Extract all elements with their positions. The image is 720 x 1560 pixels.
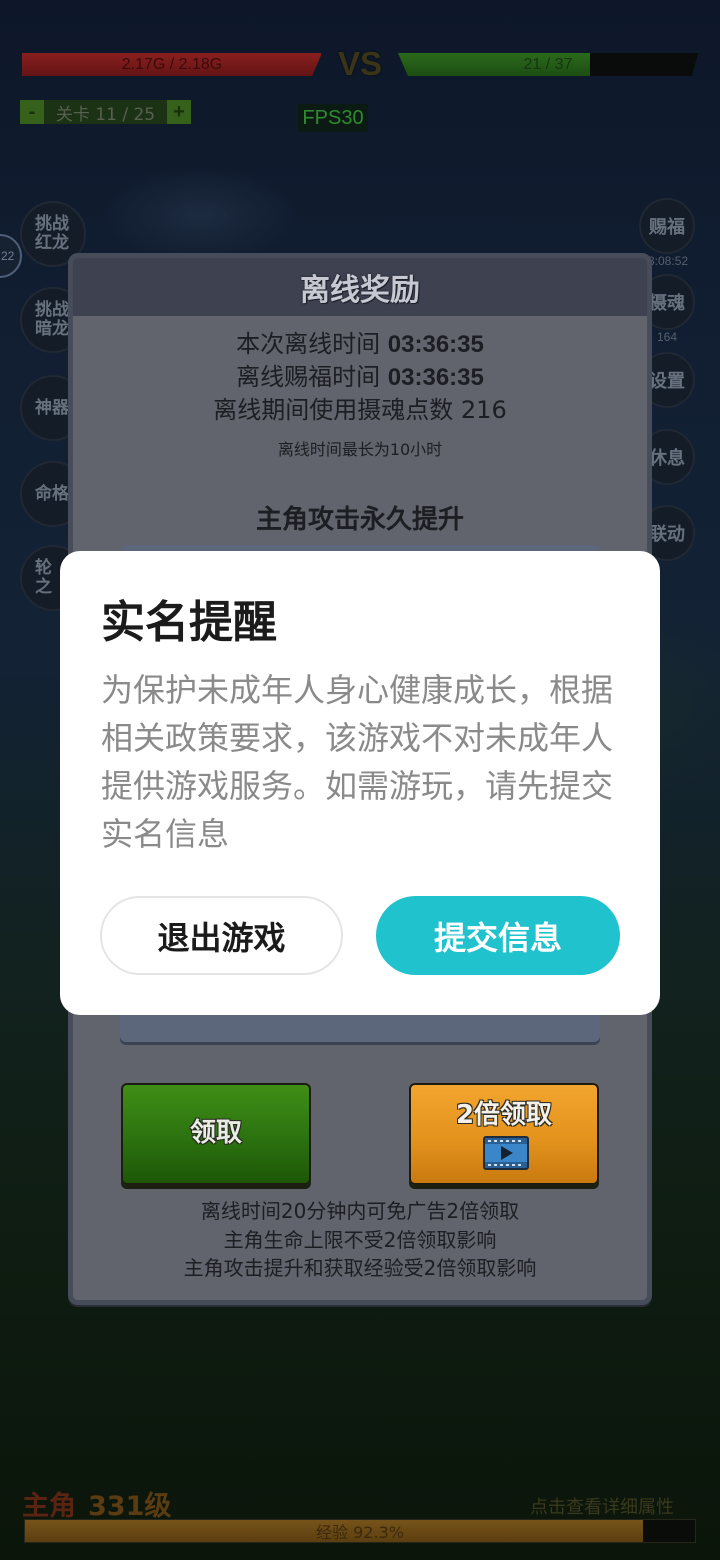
blessing-time-label: 离线赐福时间 [236, 363, 381, 391]
button-label: 休息 [649, 448, 685, 469]
blessing-timer: 3:08:52 [648, 254, 689, 268]
button-label-line: 神器 [35, 397, 69, 418]
blessing-time-value: 03:36:35 [387, 364, 484, 391]
max-offline-note: 离线时间最长为10小时 [277, 440, 443, 459]
button-label-line: 红龙 [35, 233, 69, 253]
soul-points-row: 离线期间使用摄魂点数 216 [73, 394, 647, 426]
attack-boost-title: 主角攻击永久提升 [255, 505, 464, 535]
button-label-line: 命格 [35, 483, 69, 504]
exit-game-button[interactable]: 退出游戏 [100, 896, 343, 975]
level-selector: - 关卡 11 / 25 + [20, 100, 191, 125]
button-label-line: 挑战 [35, 300, 69, 320]
level-minus-button[interactable]: - [20, 100, 44, 124]
dialog-body-line: 实名信息 [101, 815, 230, 853]
button-label-line: 暗龙 [35, 319, 69, 339]
claim-note: 主角生命上限不受2倍领取影响 [223, 1228, 497, 1252]
experience-text: 经验 92.3% [316, 1523, 404, 1542]
claim-button[interactable]: 领取 [121, 1083, 311, 1185]
double-claim-button-label: 2倍领取 [455, 1100, 553, 1130]
real-name-dialog: 实名提醒 为保护未成年人身心健康成长，根据 相关政策要求，该游戏不对未成年人 提… [60, 551, 660, 1015]
submit-info-button[interactable]: 提交信息 [376, 896, 620, 975]
button-label-line: 轮 [35, 558, 52, 578]
claim-note: 主角攻击提升和获取经验受2倍领取影响 [183, 1256, 537, 1280]
experience-bar: 经验 92.3% [24, 1519, 696, 1543]
fps-counter: FPS30 [298, 104, 368, 132]
soul-points-value: 216 [460, 396, 507, 424]
left-badge-count: 22 [1, 249, 15, 263]
blessing-button[interactable]: 赐福 [639, 198, 695, 254]
view-attributes-link[interactable]: 点击查看详细属性 [530, 1493, 674, 1519]
player-name: 主角 [22, 1491, 76, 1522]
dialog-body-line: 提供游戏服务。如需游玩，请先提交 [101, 767, 614, 805]
level-plus-button[interactable]: + [167, 100, 191, 124]
offline-time-label: 本次离线时间 [236, 330, 381, 358]
player-level: 331级 [88, 1491, 172, 1522]
claim-button-label: 领取 [189, 1118, 242, 1148]
game-screen: 2.17G / 2.18G VS 21 / 37 - 关卡 11 / 25 + … [0, 0, 720, 1560]
dialog-title: 实名提醒 [101, 597, 277, 648]
enemy-hp-text: 2.17G / 2.18G [121, 55, 223, 73]
button-label: 设置 [649, 371, 685, 392]
button-label: 联动 [649, 524, 685, 545]
wave-progress-text: 21 / 37 [523, 55, 573, 73]
button-label: 摄魂 [649, 293, 685, 314]
dialog-body-line: 为保护未成年人身心健康成长，根据 [101, 671, 614, 709]
video-ad-icon [483, 1136, 529, 1170]
offline-time-value: 03:36:35 [387, 331, 484, 358]
button-label: 赐福 [649, 217, 685, 238]
button-label-line: 之 [35, 577, 52, 597]
level-label: 关卡 11 / 25 [44, 100, 167, 125]
double-claim-button[interactable]: 2倍领取 [409, 1083, 599, 1185]
soul-points-label: 离线期间使用摄魂点数 [213, 396, 454, 424]
blessing-time-row: 离线赐福时间 03:36:35 [73, 361, 647, 394]
button-label-line: 挑战 [35, 214, 69, 234]
wave-progress-bar: 21 / 37 [398, 53, 698, 76]
enemy-hp-bar: 2.17G / 2.18G [22, 53, 322, 76]
vs-label: VS [337, 45, 383, 82]
soul-capture-count: 164 [657, 330, 678, 344]
dialog-body-line: 相关政策要求，该游戏不对未成年人 [101, 719, 614, 757]
panel-title: 离线奖励 [73, 258, 647, 316]
offline-time-row: 本次离线时间 03:36:35 [73, 328, 647, 361]
claim-note: 离线时间20分钟内可免广告2倍领取 [200, 1199, 520, 1223]
